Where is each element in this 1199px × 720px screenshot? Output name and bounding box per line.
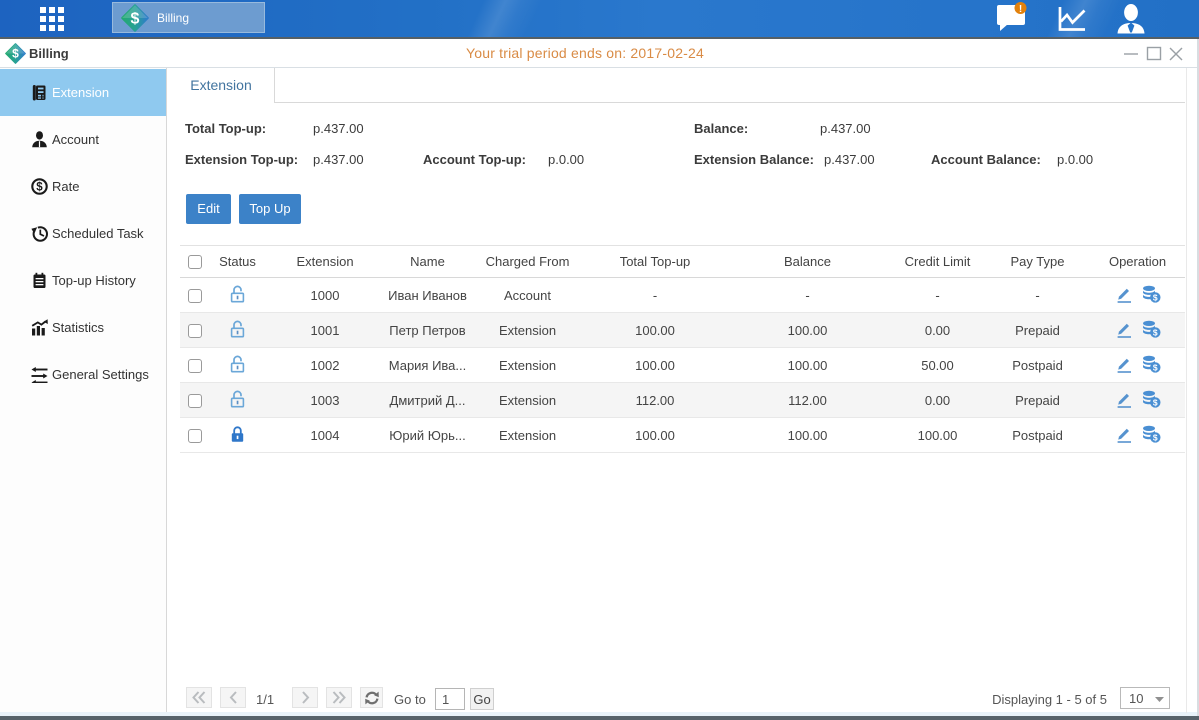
svg-text:$: $ [1152, 327, 1157, 337]
svg-text:$: $ [1152, 397, 1157, 407]
svg-text:$: $ [1152, 432, 1157, 442]
svg-text:$: $ [131, 10, 140, 27]
svg-text:$: $ [1152, 362, 1157, 372]
svg-text:$: $ [36, 182, 43, 194]
svg-text:$: $ [1152, 292, 1157, 302]
svg-text:!: ! [1019, 3, 1022, 14]
